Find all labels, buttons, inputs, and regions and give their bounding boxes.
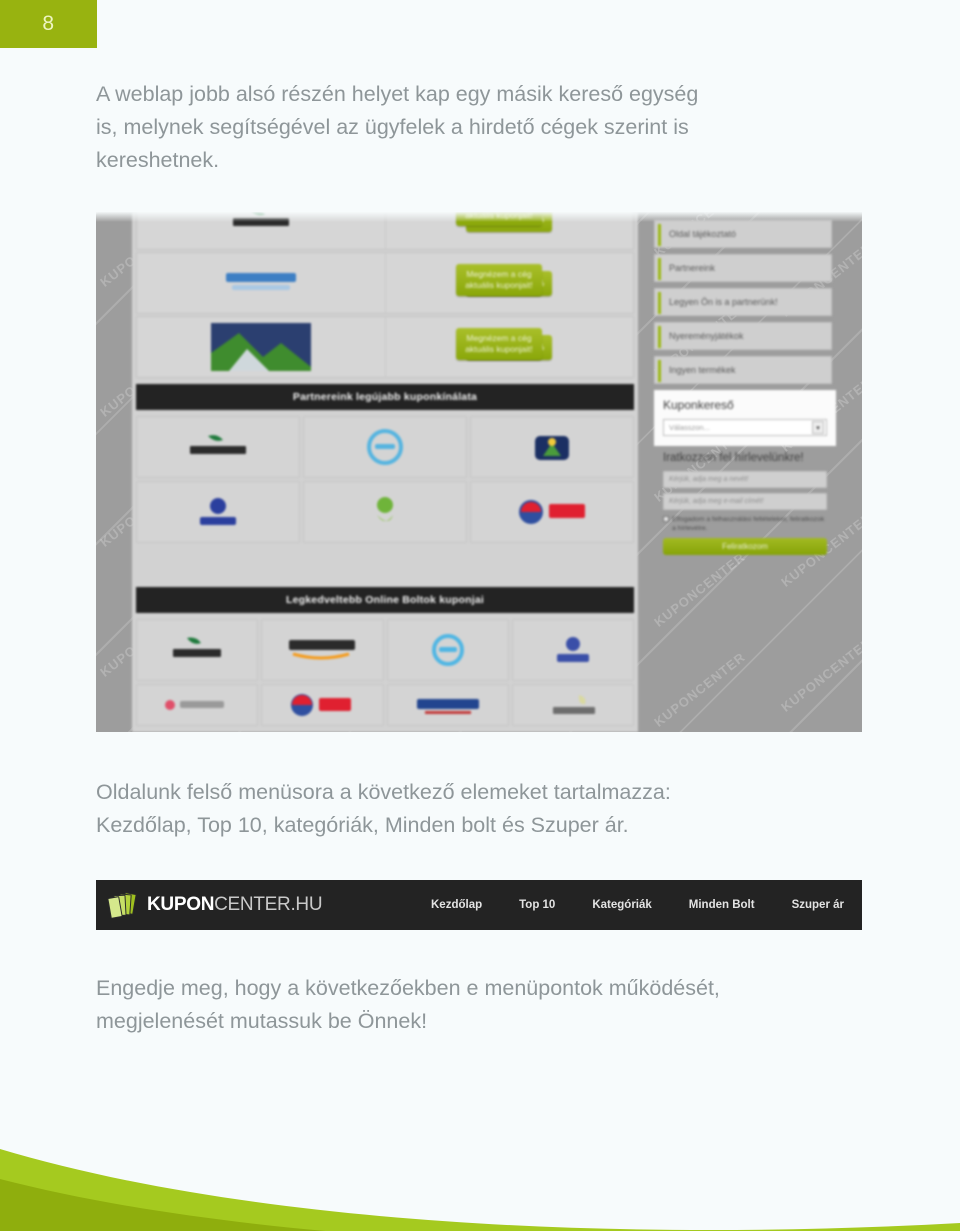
site-wordmark: KUPONCENTER.HU: [147, 894, 323, 916]
intro-line-1: A weblap jobb alsó részén helyet kap egy…: [96, 82, 699, 106]
newsletter-email-input[interactable]: Kérjük, adja meg e-mail címét!: [663, 493, 827, 510]
newsletter-title: Iratkozzon fel hírlevelünkre!: [663, 452, 804, 464]
coupon-search-panel: Kuponkereső Válasszon... ▾: [654, 390, 836, 446]
coupon-cards-icon: [107, 891, 139, 919]
brand-logo-icon: [190, 435, 246, 454]
intro-line-3: kereshetnek.: [96, 148, 220, 172]
sidebar-item-label: Oldal tájékoztató: [669, 229, 737, 239]
site-nav-bar: KUPONCENTER.HU Kezdőlap Top 10 Kategóriá…: [96, 880, 862, 930]
sidebar-item-label: Nyereményjátékok: [669, 331, 744, 341]
nav-item-kezdolap[interactable]: Kezdőlap: [431, 899, 482, 911]
wordmark-light: CENTER.HU: [214, 894, 323, 915]
sidebar-item-oldal-tajekoztato[interactable]: Oldal tájékoztató: [654, 220, 832, 248]
sidebar-item-label: Legyen Ön is a partnerünk!: [669, 297, 778, 307]
outro-line-2: megjelenését mutassuk be Önnek!: [96, 1009, 428, 1033]
coupon-search-select[interactable]: Válasszon... ▾: [663, 419, 827, 436]
coupon-brand-cell: [137, 317, 386, 377]
partner-logo-cell[interactable]: [136, 481, 300, 543]
brand-logo-icon: [377, 497, 393, 521]
newsletter-terms-label: Elfogadom a felhasználási feltételeket, …: [672, 516, 825, 532]
brand-logo-icon: [291, 694, 352, 716]
coupon-brand-cell: [137, 253, 386, 313]
coupon-search-title: Kuponkereső: [663, 398, 734, 412]
shop-logo-cell[interactable]: [136, 619, 259, 681]
chevron-down-icon[interactable]: ▾: [812, 421, 824, 434]
page-number: 8: [42, 12, 55, 35]
nav-item-kategoriak[interactable]: Kategóriák: [592, 899, 651, 911]
wordmark-bold: KUPON: [147, 894, 215, 915]
menu-line-2: Kezdőlap, Top 10, kategóriák, Minden bol…: [96, 813, 629, 837]
brand-photo-icon: [210, 323, 311, 371]
newsletter-name-placeholder: Kérjük, adja meg a nevét!: [669, 476, 749, 483]
outro-line-1: Engedje meg, hogy a következőekben e men…: [96, 976, 720, 1000]
nav-item-minden-bolt[interactable]: Minden Bolt: [689, 899, 755, 911]
company-coupons-button[interactable]: Megnézem a cég aktuális kuponjait!: [456, 264, 542, 296]
newsletter-terms-checkbox[interactable]: Elfogadom a felhasználási feltételeket, …: [663, 515, 827, 533]
brand-logo-icon: [225, 273, 296, 290]
company-button-wrap[interactable]: Megnézem a cég aktuális kuponjait!: [456, 212, 542, 226]
company-button-wrap[interactable]: Megnézem a cég aktuális kuponjait!: [456, 264, 542, 296]
intro-paragraph: A weblap jobb alsó részén helyet kap egy…: [96, 78, 866, 177]
company-coupons-button[interactable]: Megnézem a cég aktuális kuponjait!: [456, 328, 542, 360]
document-page: 8 A weblap jobb alsó részén helyet kap e…: [0, 0, 960, 1231]
brand-logo-icon: [232, 212, 289, 226]
coupon-search-select-value: Válasszon...: [669, 423, 710, 432]
sidebar-item-partnereink[interactable]: Partnereink: [654, 254, 832, 282]
shop-logo-cell[interactable]: [136, 684, 259, 726]
company-button-column: Megnézem a cég aktuális kuponjait! Megné…: [396, 212, 640, 732]
sidebar-item-label: Partnereink: [669, 263, 716, 273]
coupon-brand-cell: [137, 212, 386, 249]
checkbox-icon[interactable]: [663, 516, 669, 522]
sidebar-item-label: Ingyen termékek: [669, 365, 736, 375]
partner-logo-cell[interactable]: [136, 416, 300, 478]
company-coupons-button[interactable]: Megnézem a cég aktuális kuponjait!: [456, 212, 542, 226]
website-screenshot: KUPONCENTER KUPONCENTER KUPONCENTER KUPO…: [96, 212, 862, 732]
shop-logo-cell[interactable]: [261, 619, 384, 681]
outro-paragraph: Engedje meg, hogy a következőekben e men…: [96, 972, 866, 1038]
site-sidebar-column: Oldal tájékoztató Partnereink Legyen Ön …: [654, 212, 836, 732]
site-logo[interactable]: KUPONCENTER.HU: [107, 891, 323, 919]
nav-item-top10[interactable]: Top 10: [519, 899, 555, 911]
newsletter-panel: Iratkozzon fel hírlevelünkre! Kérjük, ad…: [654, 446, 836, 565]
brand-logo-icon: [165, 700, 225, 710]
company-button-wrap[interactable]: Megnézem a cég aktuális kuponjait!: [456, 328, 542, 360]
brand-logo-icon: [173, 637, 222, 657]
newsletter-name-input[interactable]: Kérjük, adja meg a nevét!: [663, 471, 827, 488]
newsletter-submit-button[interactable]: Feliratkozom: [663, 538, 827, 555]
sidebar-item-legyen-partner[interactable]: Legyen Ön is a partnerünk!: [654, 288, 832, 316]
shop-logo-cell[interactable]: [261, 684, 384, 726]
brand-logo-icon: [289, 640, 356, 660]
intro-line-2: is, melynek segítségével az ügyfelek a h…: [96, 115, 689, 139]
site-nav-menu: Kezdőlap Top 10 Kategóriák Minden Bolt S…: [431, 899, 862, 911]
sidebar-item-ingyen-termekek[interactable]: Ingyen termékek: [654, 356, 832, 384]
newsletter-email-placeholder: Kérjük, adja meg e-mail címét!: [669, 498, 764, 505]
sidebar-item-nyeremenyjatekok[interactable]: Nyereményjátékok: [654, 322, 832, 350]
menu-paragraph: Oldalunk felső menüsora a következő elem…: [96, 776, 866, 842]
page-number-badge: 8: [0, 0, 97, 48]
footer-wave-decoration: [0, 1149, 960, 1231]
nav-item-szuper-ar[interactable]: Szuper ár: [792, 899, 844, 911]
brand-logo-icon: [200, 498, 236, 525]
menu-line-1: Oldalunk felső menüsora a következő elem…: [96, 780, 671, 804]
